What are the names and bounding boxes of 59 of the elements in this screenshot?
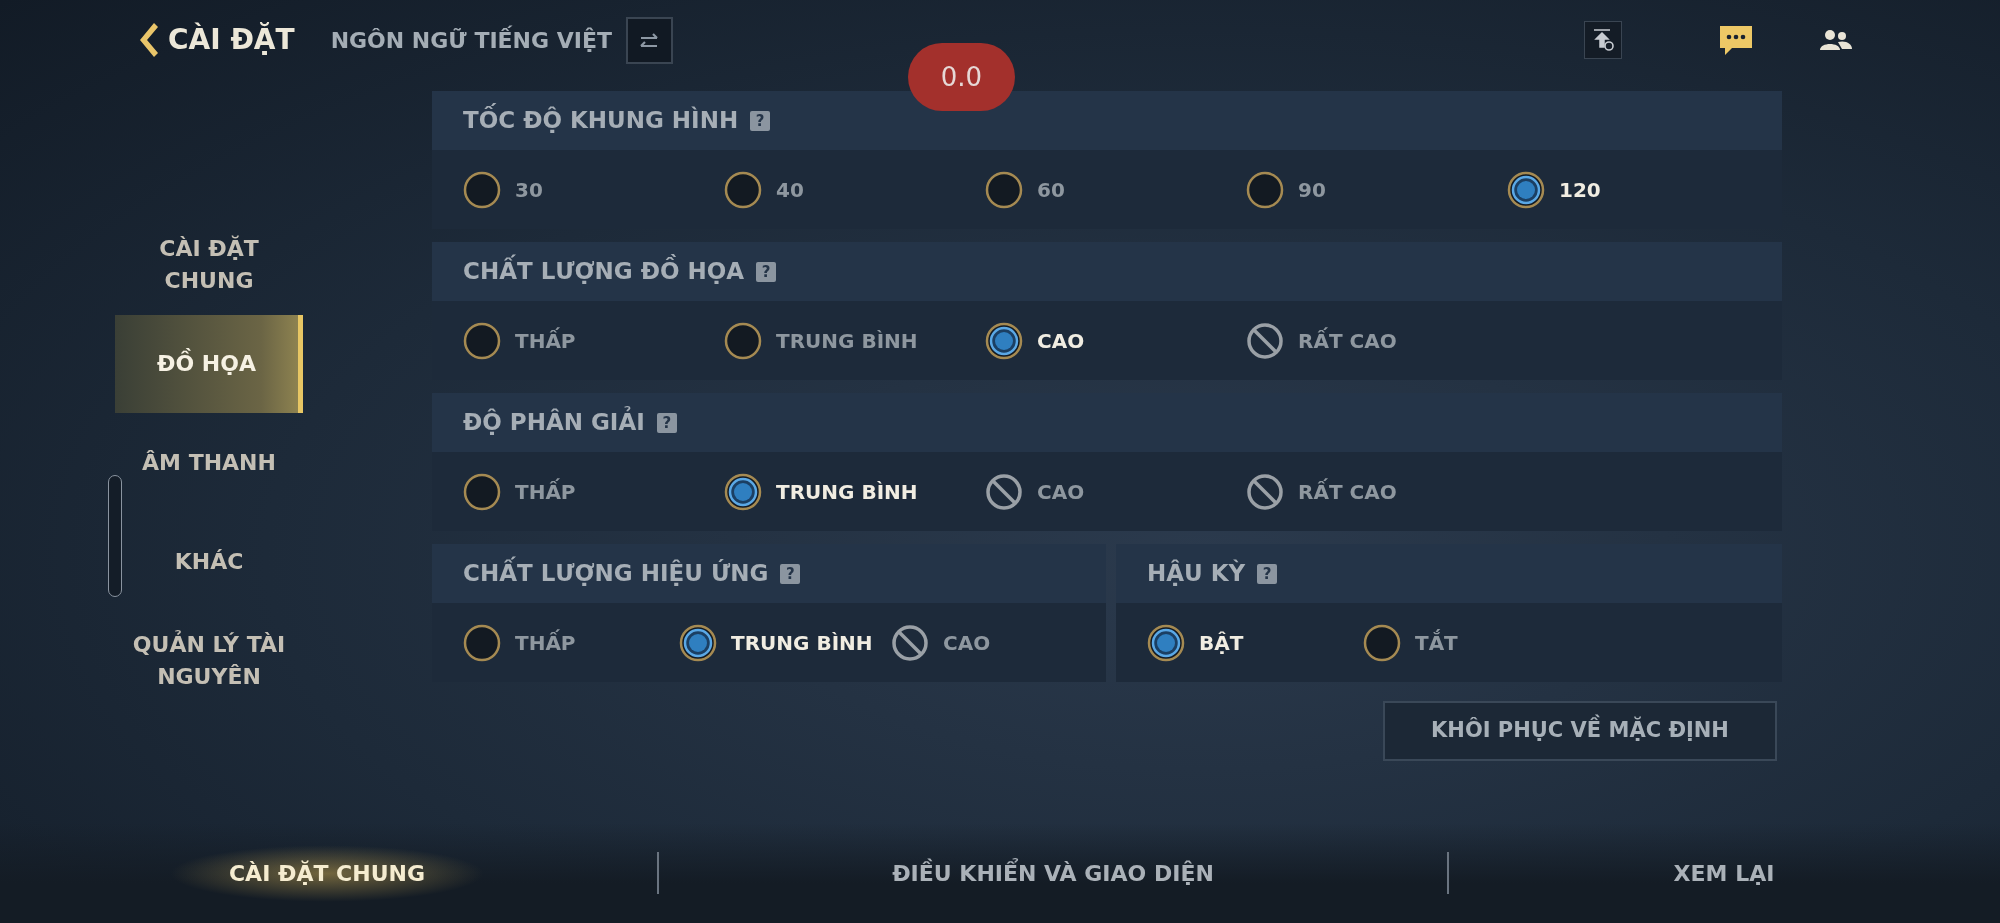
chat-button[interactable] [1718, 24, 1754, 56]
sidebar-item[interactable]: CÀI ĐẶT CHUNG [115, 215, 303, 315]
option-label: 120 [1559, 176, 1601, 204]
radio-button[interactable] [462, 622, 502, 663]
radio-button[interactable] [462, 320, 502, 361]
radio-button[interactable] [1245, 169, 1285, 210]
help-icon[interactable]: ? [1257, 563, 1278, 584]
sidebar-item[interactable]: QUẢN LÝ TÀI NGUYÊN [115, 611, 303, 711]
bottom-tab[interactable]: ĐIỀU KHIỂN VÀ GIAO DIỆN [886, 855, 1220, 891]
chat-icon [1718, 24, 1754, 56]
sidebar-item[interactable]: KHÁC [168, 513, 250, 611]
radio-button[interactable] [723, 471, 763, 512]
panel-title: TỐC ĐỘ KHUNG HÌNH [463, 103, 739, 138]
panel-title: CHẤT LƯỢNG HIỆU ỨNG [463, 556, 769, 591]
option-label: TẮT [1415, 628, 1458, 657]
friends-icon [1818, 28, 1852, 52]
option-label: 60 [1037, 176, 1065, 204]
radio-button[interactable] [984, 169, 1024, 210]
option-label: THẤP [515, 326, 576, 355]
option-label: RẤT CAO [1298, 477, 1397, 506]
radio-button[interactable] [1362, 622, 1402, 663]
option-label: TRUNG BÌNH [776, 327, 918, 355]
option-label: CAO [1037, 478, 1085, 506]
radio-button[interactable] [1146, 622, 1186, 663]
sidebar-item[interactable]: ÂM THANH [136, 413, 282, 513]
panel-title: HẬU KỲ [1147, 558, 1246, 589]
radio-button[interactable] [678, 622, 718, 663]
language-label: NGÔN NGỮ TIẾNG VIỆT [330, 24, 612, 55]
swap-button[interactable] [626, 16, 673, 64]
back-button[interactable]: CÀI ĐẶT [136, 19, 295, 61]
option-label: 90 [1298, 176, 1326, 204]
option-label: THẤP [515, 628, 576, 657]
radio-button[interactable] [1506, 169, 1546, 210]
option-label: BẬT [1199, 629, 1244, 657]
bottom-tab[interactable]: XEM LẠI [1667, 855, 1781, 891]
option-label: TRUNG BÌNH [776, 478, 918, 506]
radio-button[interactable] [723, 320, 763, 361]
panel-title: CHẤT LƯỢNG ĐỒ HỌA [463, 254, 745, 289]
option-label: 30 [515, 176, 543, 204]
friends-button[interactable] [1818, 28, 1852, 52]
upload-button[interactable] [1584, 21, 1622, 59]
radio-button[interactable] [723, 169, 763, 210]
radio-button[interactable] [984, 320, 1024, 361]
help-icon[interactable]: ? [780, 563, 801, 584]
radio-button[interactable] [462, 471, 502, 512]
option-label: THẤP [515, 477, 576, 506]
option-label: CAO [1037, 327, 1085, 355]
option-label: TRUNG BÌNH [731, 629, 873, 657]
help-icon[interactable]: ? [656, 412, 677, 433]
option-label: CAO [943, 629, 991, 657]
option-label: RẤT CAO [1298, 326, 1397, 355]
radio-button[interactable] [462, 169, 502, 210]
reset-button[interactable]: KHÔI PHỤC VỀ MẶC ĐỊNH [1383, 701, 1777, 761]
sidebar-item[interactable]: ĐỒ HỌA [115, 315, 303, 413]
help-icon[interactable]: ? [756, 261, 777, 282]
help-icon[interactable]: ? [750, 110, 771, 131]
option-label: 40 [776, 176, 804, 204]
score-badge: 0.0 [908, 43, 1015, 111]
panel-title: ĐỘ PHÂN GIẢI [463, 405, 645, 440]
